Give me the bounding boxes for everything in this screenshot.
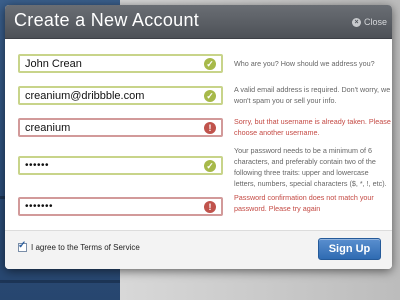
close-label: Close xyxy=(364,17,388,27)
username-value: creanium xyxy=(25,121,71,134)
email-hint: A valid email address is required. Don't… xyxy=(234,85,391,105)
signup-button[interactable]: Sign Up xyxy=(318,238,381,260)
terms-label: I agree to the Terms of Service xyxy=(31,243,140,252)
password-confirm-value: ••••••• xyxy=(25,201,54,212)
modal-header: Create a New Account × Close xyxy=(5,5,392,39)
check-icon: ✓ xyxy=(204,159,216,172)
password-confirm-input[interactable]: ••••••• ! xyxy=(18,197,223,216)
modal-title: Create a New Account xyxy=(14,10,200,30)
email-input[interactable]: creanium@dribbble.com ✓ xyxy=(18,86,223,105)
password-hint: Your password needs to be a minimum of 6… xyxy=(234,146,387,188)
username-input[interactable]: creanium ! xyxy=(18,118,223,137)
error-icon: ! xyxy=(204,121,216,134)
create-account-modal: Create a New Account × Close John Crean … xyxy=(5,5,392,269)
modal-footer: ✓ I agree to the Terms of Service Sign U… xyxy=(5,231,392,269)
background-stripe xyxy=(0,280,120,283)
terms-checkbox-row[interactable]: ✓ I agree to the Terms of Service xyxy=(18,240,140,252)
username-hint: Sorry, but that username is already take… xyxy=(234,117,391,137)
terms-checkbox[interactable]: ✓ xyxy=(18,240,27,252)
close-icon: × xyxy=(352,17,361,27)
email-value: creanium@dribbble.com xyxy=(25,89,145,102)
check-icon: ✓ xyxy=(204,57,216,70)
password-value: •••••• xyxy=(25,160,50,171)
password-confirm-hint: Password confirmation does not match you… xyxy=(234,193,374,213)
check-icon: ✓ xyxy=(204,89,216,102)
error-icon: ! xyxy=(204,200,216,213)
close-button[interactable]: × Close xyxy=(352,17,387,27)
checkmark-icon: ✓ xyxy=(18,240,27,251)
password-input[interactable]: •••••• ✓ xyxy=(18,156,223,175)
fullname-input[interactable]: John Crean ✓ xyxy=(18,54,223,73)
fullname-value: John Crean xyxy=(25,57,82,70)
fullname-hint: Who are you? How should we address you? xyxy=(234,59,375,68)
